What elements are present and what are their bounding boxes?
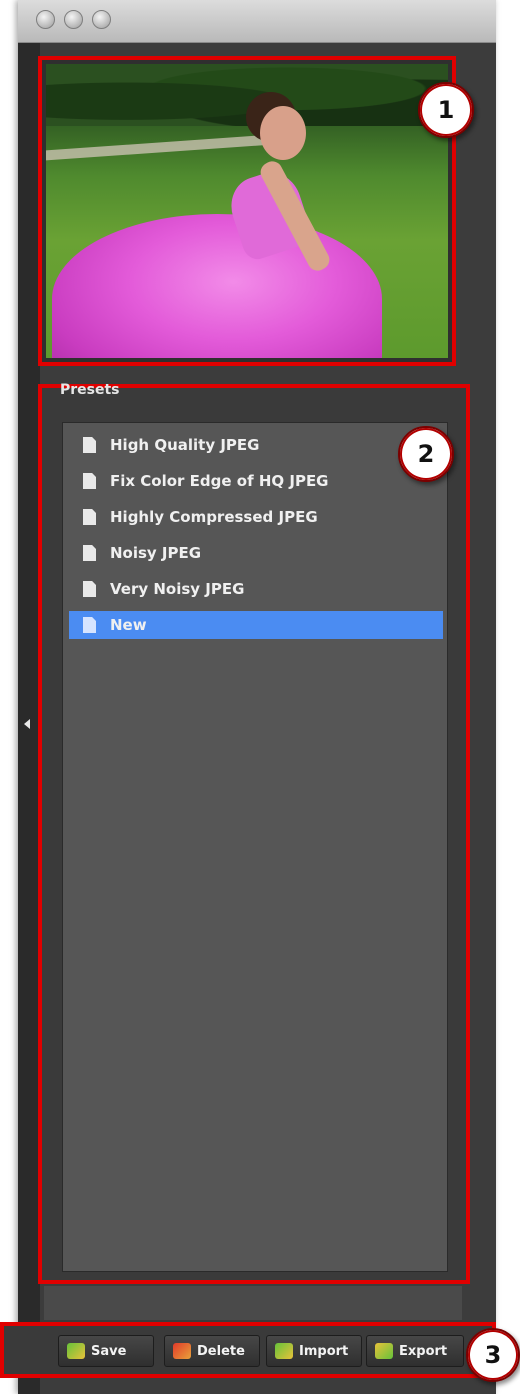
document-icon <box>83 473 96 489</box>
document-icon <box>83 437 96 453</box>
delete-button[interactable]: Delete <box>164 1335 260 1367</box>
preview-image <box>46 64 448 358</box>
preset-label: Highly Compressed JPEG <box>110 508 318 526</box>
preset-item[interactable]: Fix Color Edge of HQ JPEG <box>69 467 443 495</box>
save-icon <box>67 1343 85 1359</box>
preset-toolbar: Save Delete Import Export <box>0 1322 496 1378</box>
document-icon <box>83 617 96 633</box>
export-button[interactable]: Export <box>366 1335 464 1367</box>
preset-label: New <box>110 616 147 634</box>
document-icon <box>83 581 96 597</box>
title-bar <box>18 0 496 43</box>
preset-label: Noisy JPEG <box>110 544 202 562</box>
preset-label: Very Noisy JPEG <box>110 580 245 598</box>
save-button-label: Save <box>91 1343 127 1359</box>
presets-list[interactable]: High Quality JPEG Fix Color Edge of HQ J… <box>62 422 448 1272</box>
preset-item[interactable]: Very Noisy JPEG <box>69 575 443 603</box>
presets-title: Presets <box>60 382 120 398</box>
preview-panel <box>38 56 456 366</box>
import-button[interactable]: Import <box>266 1335 362 1367</box>
document-icon <box>83 545 96 561</box>
preset-label: Fix Color Edge of HQ JPEG <box>110 472 329 490</box>
callout-badge-1: 1 <box>418 82 474 138</box>
callout-badge-2: 2 <box>398 426 454 482</box>
preset-item[interactable]: High Quality JPEG <box>69 431 443 459</box>
preset-item-selected[interactable]: New <box>69 611 443 639</box>
collapse-arrow-icon[interactable] <box>24 719 30 729</box>
preset-item[interactable]: Highly Compressed JPEG <box>69 503 443 531</box>
save-button[interactable]: Save <box>58 1335 154 1367</box>
import-button-label: Import <box>299 1343 349 1359</box>
presets-panel: Presets High Quality JPEG Fix Color Edge… <box>38 382 470 1284</box>
zoom-window-button[interactable] <box>92 10 111 29</box>
import-icon <box>275 1343 293 1359</box>
export-button-label: Export <box>399 1343 448 1359</box>
delete-button-label: Delete <box>197 1343 245 1359</box>
minimize-window-button[interactable] <box>64 10 83 29</box>
document-icon <box>83 509 96 525</box>
close-window-button[interactable] <box>36 10 55 29</box>
export-icon <box>375 1343 393 1359</box>
delete-icon <box>173 1343 191 1359</box>
preset-item[interactable]: Noisy JPEG <box>69 539 443 567</box>
preset-label: High Quality JPEG <box>110 436 260 454</box>
callout-badge-3: 3 <box>466 1328 520 1382</box>
list-footer-strip <box>44 1286 462 1320</box>
